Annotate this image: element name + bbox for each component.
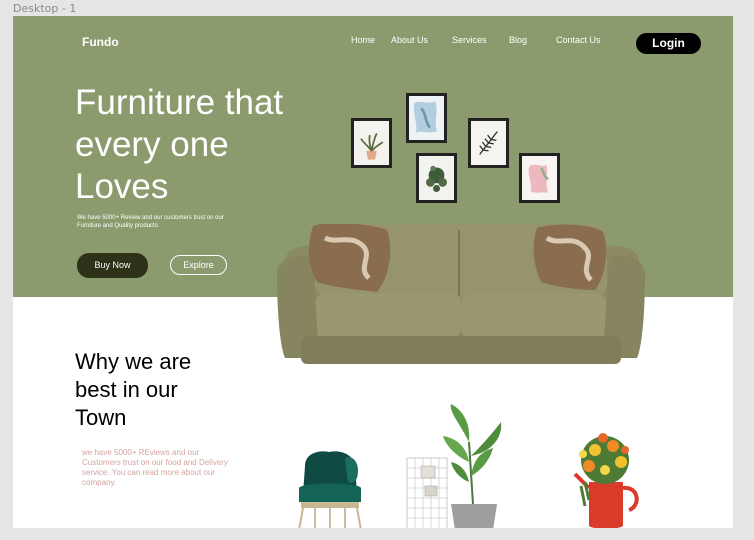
wall-art-ivy	[416, 153, 457, 203]
wall-art-abstract-blue	[406, 93, 447, 143]
login-button[interactable]: Login	[636, 33, 701, 54]
hero-title-line: Loves	[75, 167, 169, 206]
wall-art-potted-plant	[351, 118, 392, 168]
hero-title-line: Furniture that	[75, 83, 284, 122]
nav-link-home[interactable]: Home	[351, 35, 375, 45]
why-title-line: Town	[75, 405, 127, 430]
potted-plant-image	[405, 402, 505, 528]
sofa-image	[277, 223, 645, 368]
flower-vase-image	[565, 430, 645, 528]
artboard-desktop: Fundo Home About Us Services Blog Contac…	[13, 16, 733, 528]
nav-link-about[interactable]: About Us	[391, 35, 428, 45]
why-title-line: best in our	[75, 377, 178, 402]
hero-subtitle: We have 5000+ Review and our customers t…	[77, 215, 224, 229]
explore-button[interactable]: Explore	[170, 255, 227, 275]
main-nav: Home About Us Services Blog Contact Us	[13, 35, 733, 49]
artboard-label: Desktop - 1	[13, 2, 77, 15]
nav-link-blog[interactable]: Blog	[509, 35, 527, 45]
buy-now-button[interactable]: Buy Now	[77, 253, 148, 278]
hero-title: Furniture that every one Loves	[75, 82, 335, 208]
hero-title-line: every one	[75, 125, 229, 164]
nav-link-contact[interactable]: Contact Us	[556, 35, 601, 45]
wall-art-abstract-pink	[519, 153, 560, 203]
why-section-text: we have 5000+ REviews and our Customers …	[82, 448, 228, 487]
why-title-line: Why we are	[75, 349, 192, 374]
chair-image	[295, 448, 365, 528]
nav-link-services[interactable]: Services	[452, 35, 487, 45]
wall-art-fern-leaf	[468, 118, 509, 168]
why-section-title: Why we are best in our Town	[75, 348, 235, 432]
